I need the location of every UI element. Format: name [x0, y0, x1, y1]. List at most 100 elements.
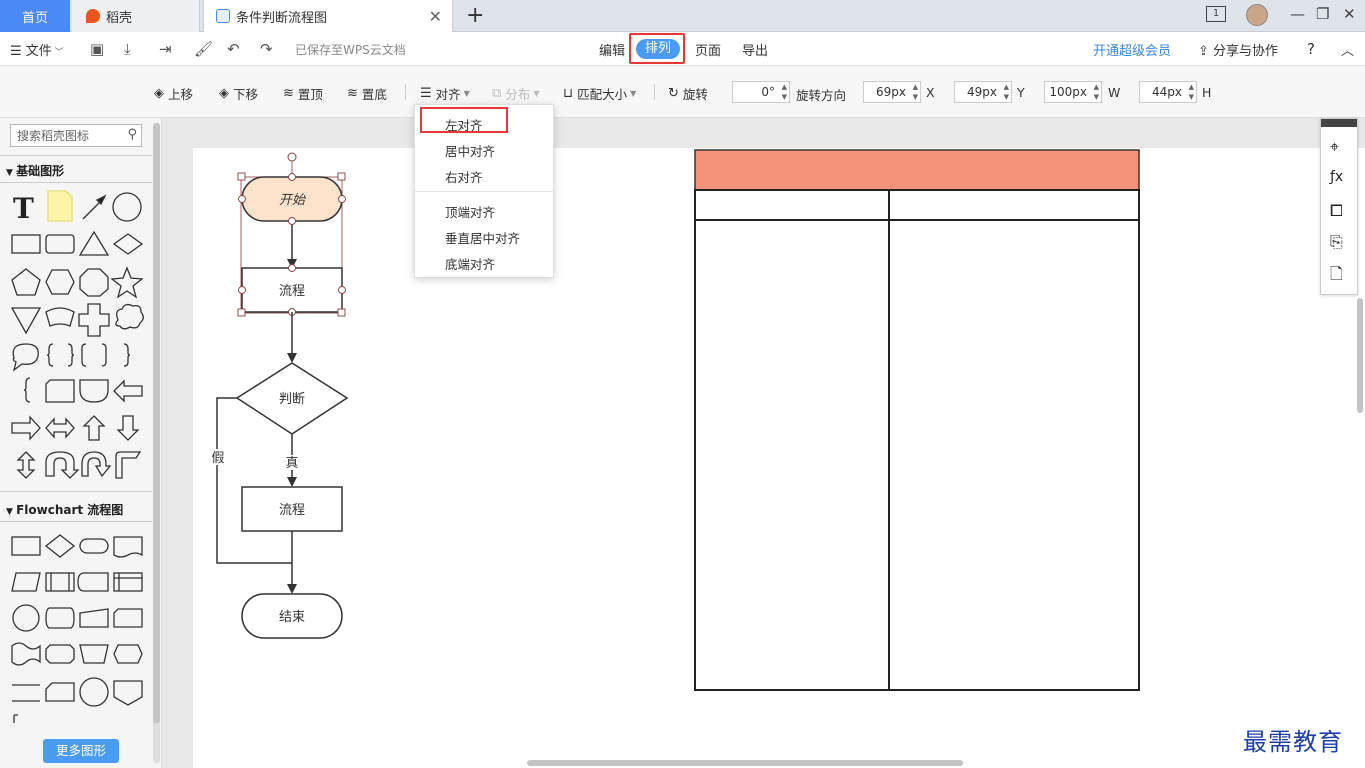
menu-export[interactable]: 导出 [742, 40, 768, 59]
page-icon[interactable]: 🗋 [1330, 263, 1343, 290]
left-brace-large-shape[interactable] [23, 377, 31, 403]
cross-shape[interactable] [78, 303, 110, 337]
left-brace-shape[interactable] [46, 343, 54, 367]
menu-item-align-right[interactable]: 右对齐 [445, 167, 483, 186]
table-header[interactable] [694, 149, 1140, 191]
fc-terminator-shape[interactable] [79, 538, 109, 554]
close-tab-icon[interactable]: ✕ [429, 7, 442, 26]
fc-manual-operation-shape[interactable] [79, 644, 109, 664]
h-input[interactable]: 44px ▲ ▼ [1139, 81, 1197, 103]
minimize-icon[interactable]: — [1290, 5, 1305, 23]
down-arrow-shape[interactable] [116, 415, 140, 441]
left-bracket-shape[interactable] [81, 343, 87, 367]
new-tab-button[interactable]: + [466, 3, 484, 28]
fc-punched-tape-shape[interactable] [11, 642, 41, 666]
x-input[interactable]: 69px ▲ ▼ [863, 81, 921, 103]
fc-direct-data-shape[interactable] [45, 607, 75, 629]
fc-manual-input-shape[interactable] [79, 608, 109, 628]
fc-stored-data-shape[interactable] [77, 572, 109, 592]
search-icon[interactable]: ⚲ [127, 127, 137, 142]
align-dropdown[interactable]: ☰ 对齐 ▼ [420, 84, 470, 103]
right-brace-shape[interactable] [67, 343, 75, 367]
undo-icon[interactable]: ↶ [227, 40, 240, 58]
scroll-thumb[interactable] [153, 123, 160, 723]
file-menu[interactable]: ☰ 文件 ﹀ [10, 40, 64, 59]
cloud-shape[interactable] [115, 303, 144, 330]
fc-data-shape[interactable] [11, 572, 41, 592]
fc-annotation-shape[interactable] [13, 714, 18, 723]
table-shape[interactable] [694, 149, 1140, 691]
canvas-area[interactable]: 开始 流程 判断 真 流程 假 结束 [162, 118, 1365, 768]
u-turn-arrow-2-shape[interactable] [81, 451, 112, 478]
redo-icon[interactable]: ↷ [260, 40, 273, 58]
share-button[interactable]: ⇪ 分享与协作 [1198, 40, 1278, 59]
pentagon-shape[interactable] [11, 268, 41, 296]
text-shape[interactable]: T [13, 192, 34, 225]
table-body[interactable] [694, 189, 1140, 691]
fc-internal-storage-shape[interactable] [113, 572, 143, 592]
rotate-button[interactable]: ↻ 旋转 [668, 84, 708, 103]
match-size-dropdown[interactable]: ⊔ 匹配大小 ▼ [563, 84, 636, 103]
inverted-triangle-shape[interactable] [10, 307, 42, 335]
search-input[interactable] [11, 125, 121, 146]
up-down-arrow-shape[interactable] [16, 451, 36, 479]
menu-item-align-top[interactable]: 顶端对齐 [445, 202, 495, 221]
close-window-icon[interactable]: ✕ [1343, 5, 1356, 23]
fc-document-shape[interactable] [113, 536, 143, 558]
hexagon-shape[interactable] [45, 269, 75, 295]
distribute-dropdown[interactable]: ⧉ 分布 ▼ [492, 84, 539, 103]
rectangle-shape[interactable] [11, 234, 41, 254]
double-arrow-shape[interactable] [45, 417, 75, 439]
rotate-direction-label[interactable]: 旋转方向 [796, 85, 846, 104]
tab-home[interactable]: 首页 [0, 0, 70, 32]
fc-preparation-shape[interactable] [45, 644, 75, 664]
fc-connector-shape[interactable] [12, 604, 40, 632]
left-arrow-shape[interactable] [113, 379, 143, 403]
stepper-icon[interactable]: ▲ ▼ [913, 82, 918, 102]
fc-loop-limit-shape[interactable] [45, 682, 75, 702]
sticky-note-shape[interactable] [47, 190, 73, 222]
y-input[interactable]: 49px ▲ ▼ [954, 81, 1012, 103]
fc-decision-shape[interactable] [44, 534, 76, 558]
page-indicator[interactable]: 1 [1206, 6, 1226, 22]
more-shapes-button[interactable]: 更多图形 [43, 739, 119, 763]
menu-edit[interactable]: 编辑 [599, 40, 625, 59]
delay-shape[interactable] [79, 379, 109, 403]
right-arrow-shape[interactable] [11, 415, 41, 441]
menu-item-align-middle[interactable]: 垂直居中对齐 [445, 228, 520, 247]
stepper-icon[interactable]: ▲ ▼ [1004, 82, 1009, 102]
menu-arrange[interactable]: 排列 [636, 39, 680, 59]
import-icon[interactable]: ⇥ [159, 40, 172, 58]
menu-page[interactable]: 页面 [695, 40, 721, 59]
brace-shape[interactable] [123, 343, 131, 367]
right-bracket-shape[interactable] [101, 343, 107, 367]
up-arrow-shape[interactable] [82, 415, 106, 441]
stepper-icon[interactable]: ▲ ▼ [1189, 82, 1194, 102]
octagon-shape[interactable] [79, 268, 109, 297]
stepper-icon[interactable]: ▲ ▼ [782, 82, 787, 102]
folded-card-shape[interactable] [45, 379, 75, 403]
download-icon[interactable]: ⤓ [124, 40, 131, 58]
avatar[interactable] [1246, 4, 1268, 26]
vertical-scrollbar[interactable] [1357, 298, 1363, 413]
vip-link[interactable]: 开通超级会员 [1093, 40, 1171, 59]
format-painter-icon[interactable]: 🖌 [194, 40, 213, 58]
fc-process-shape[interactable] [11, 536, 41, 556]
stepper-icon[interactable]: ▲ ▼ [1094, 82, 1099, 102]
fc-on-page-connector-shape[interactable] [79, 677, 109, 707]
restore-icon[interactable]: ❐ [1316, 5, 1329, 23]
bring-to-top-button[interactable]: ≋ 置顶 [283, 84, 323, 103]
move-up-button[interactable]: ◈ 上移 [154, 84, 193, 103]
fc-display-shape[interactable] [113, 644, 143, 664]
menu-item-align-center[interactable]: 居中对齐 [445, 141, 495, 160]
fc-card-shape[interactable] [113, 608, 143, 628]
bent-corner-shape[interactable] [115, 451, 142, 479]
fc-predefined-process-shape[interactable] [45, 572, 75, 592]
menu-item-align-bottom[interactable]: 底端对齐 [445, 254, 495, 273]
fc-annotation-lines-shape[interactable] [12, 684, 40, 702]
navigator-icon[interactable]: ⌖ [1330, 137, 1339, 157]
collapse-icon[interactable]: ︿ [1341, 40, 1354, 59]
send-to-bottom-button[interactable]: ≋ 置底 [347, 84, 387, 103]
rotate-angle-input[interactable]: 0° ▲ ▼ [732, 81, 790, 103]
crop-icon[interactable]: ⧠ [1330, 201, 1343, 221]
